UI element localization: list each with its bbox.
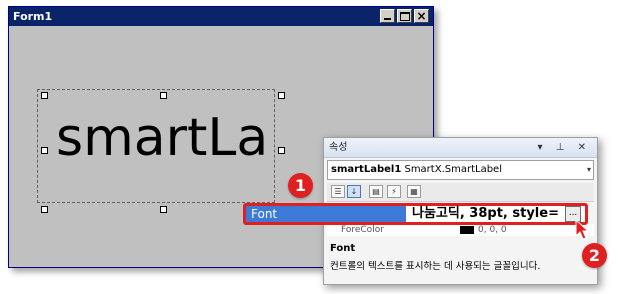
object-type: SmartX.SmartLabel (404, 164, 502, 175)
property-row-font[interactable]: Font 나눔고딕, 38pt, style= ... (243, 203, 588, 225)
property-pages-icon[interactable]: ▦ (407, 185, 421, 198)
resize-handle-top-right[interactable] (278, 92, 285, 99)
close-icon: × (416, 9, 427, 23)
properties-title-bar: 속성 ▾ ⊥ ✕ (324, 138, 597, 158)
property-row-forecolor[interactable]: ForeColor 0, 0, 0 (327, 224, 594, 236)
dropdown-arrow-icon[interactable]: ▾ (587, 161, 591, 179)
form-title-bar[interactable]: Form1 × (9, 7, 433, 26)
maximize-button[interactable] (397, 9, 412, 23)
minimize-button[interactable] (380, 9, 395, 23)
object-name: smartLabel1 (331, 164, 402, 175)
property-value: 0, 0, 0 (478, 225, 507, 235)
resize-handle-top-left[interactable] (41, 92, 48, 99)
resize-handle-bottom[interactable] (160, 206, 167, 213)
close-button[interactable]: × (414, 9, 429, 23)
description-title: Font (330, 243, 356, 254)
font-property-name: Font (246, 206, 406, 222)
callout-marker-1: 1 (288, 173, 313, 198)
properties-icon[interactable]: ▤ (369, 185, 383, 198)
font-property-value: 나눔고딕, 38pt, style= (412, 206, 559, 221)
resize-handle-left[interactable] (41, 147, 48, 154)
alphabetical-icon[interactable]: ↓ (347, 185, 361, 198)
panel-window-icons[interactable]: ▾ ⊥ ✕ (538, 138, 591, 158)
resize-handle-top[interactable] (160, 92, 167, 99)
callout-marker-2: 2 (582, 243, 607, 268)
resize-handle-bottom-left[interactable] (41, 206, 48, 213)
resize-handle-right[interactable] (278, 147, 285, 154)
object-selector[interactable]: smartLabel1 SmartX.SmartLabel ▾ (327, 160, 594, 180)
properties-title: 속성 (329, 142, 348, 153)
events-icon[interactable]: ⚡ (387, 185, 401, 198)
mouse-pointer-icon (575, 219, 589, 240)
properties-toolbar: ☰ ↓ ▤ ⚡ ▦ (327, 183, 594, 202)
categorized-icon[interactable]: ☰ (331, 185, 345, 198)
form-title: Form1 (13, 10, 53, 23)
description-text: 컨트롤의 텍스트를 표시하는 데 사용되는 글꼴입니다. (330, 261, 541, 272)
property-name: ForeColor (341, 225, 384, 235)
smart-label-text[interactable]: smartLa (56, 103, 284, 173)
color-swatch (460, 226, 474, 234)
